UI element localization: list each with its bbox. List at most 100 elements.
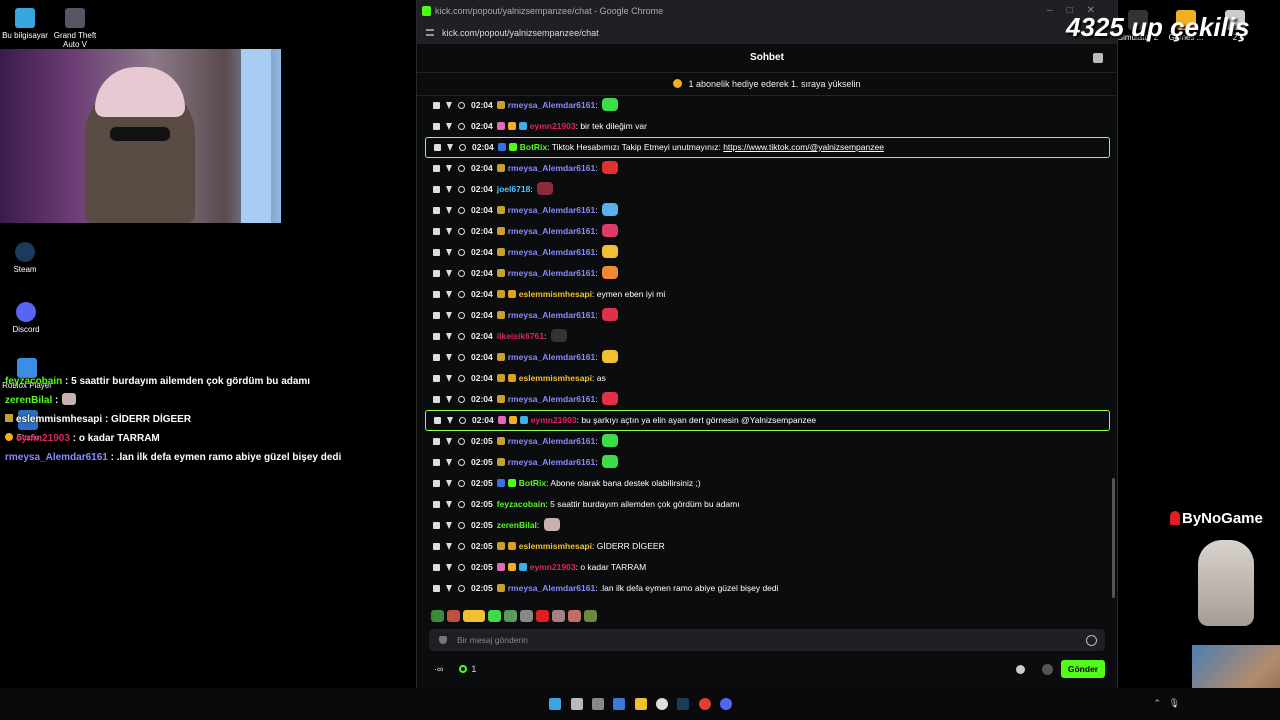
hourglass-icon[interactable] (447, 417, 453, 424)
trash-icon[interactable] (433, 501, 440, 508)
chat-message[interactable]: 02:04 rmeysa_Alemdar6161: (425, 263, 1113, 284)
chat-message[interactable]: 02:05 rmeysa_Alemdar6161: (425, 452, 1113, 473)
ban-icon[interactable] (458, 396, 465, 403)
ban-icon[interactable] (458, 312, 465, 319)
obs-icon[interactable] (656, 698, 668, 710)
hourglass-icon[interactable] (446, 375, 452, 382)
message-username[interactable]: eslemmismhesapi (519, 289, 592, 299)
chat-message[interactable]: 02:05 BotRix: Abone olarak bana destek ol… (425, 473, 1113, 494)
message-username[interactable]: eymn21903 (531, 415, 577, 425)
trash-icon[interactable] (434, 417, 441, 424)
message-username[interactable]: rmeysa_Alemdar6161 (508, 205, 595, 215)
ban-icon[interactable] (458, 165, 465, 172)
trash-icon[interactable] (433, 459, 440, 466)
window-titlebar[interactable]: kick.com/popout/yalnizsempanzee/chat - G… (417, 0, 1117, 22)
trash-icon[interactable] (433, 396, 440, 403)
trash-icon[interactable] (433, 249, 440, 256)
emoji-icon[interactable] (1086, 635, 1097, 646)
hourglass-icon[interactable] (446, 165, 452, 172)
ban-icon[interactable] (458, 228, 465, 235)
message-username[interactable]: rmeysa_Alemdar6161 (508, 394, 595, 404)
ban-icon[interactable] (458, 123, 465, 130)
discord-taskbar-icon[interactable] (720, 698, 732, 710)
emote[interactable] (447, 610, 460, 622)
gear-icon[interactable] (1016, 665, 1025, 674)
emote[interactable] (536, 610, 549, 622)
hourglass-icon[interactable] (447, 144, 453, 151)
ban-icon[interactable] (459, 144, 466, 151)
chat-message[interactable]: 02:04 eymn21903: bir tek dileğim var (425, 116, 1113, 137)
search-icon[interactable] (571, 698, 583, 710)
scrollbar[interactable] (1112, 478, 1115, 598)
trash-icon[interactable] (433, 333, 440, 340)
message-username[interactable]: BotRix (520, 142, 547, 152)
chat-message[interactable]: 02:04 rmeysa_Alemdar6161: (425, 158, 1113, 179)
trash-icon[interactable] (433, 207, 440, 214)
mod-settings-icon[interactable] (1042, 664, 1053, 675)
chat-message[interactable]: 02:04 rmeysa_Alemdar6161: (425, 347, 1113, 368)
hourglass-icon[interactable] (446, 543, 452, 550)
windows-start-icon[interactable] (549, 698, 561, 710)
message-username[interactable]: rmeysa_Alemdar6161 (508, 310, 595, 320)
desktop-icon-discord[interactable]: Discord (0, 302, 56, 334)
emote[interactable] (584, 610, 597, 622)
ban-icon[interactable] (458, 375, 465, 382)
desktop-icon-gta[interactable]: Grand Theft Auto V (45, 8, 105, 49)
message-username[interactable]: joel6718 (497, 184, 531, 194)
ban-icon[interactable] (458, 585, 465, 592)
message-username[interactable]: ilkeisik6761 (497, 331, 544, 341)
chrome-icon[interactable] (699, 698, 711, 710)
hourglass-icon[interactable] (446, 480, 452, 487)
chat-message[interactable]: 02:04 BotRix: Tiktok Hesabımızı Takip Etm… (425, 137, 1110, 158)
hourglass-icon[interactable] (446, 291, 452, 298)
send-button[interactable]: Gönder (1061, 660, 1105, 678)
trash-icon[interactable] (433, 186, 440, 193)
hourglass-icon[interactable] (446, 354, 452, 361)
hourglass-icon[interactable] (446, 585, 452, 592)
emote[interactable] (488, 610, 501, 622)
hourglass-icon[interactable] (446, 228, 452, 235)
hourglass-icon[interactable] (446, 459, 452, 466)
pinned-banner[interactable]: 1 abonelik hediye ederek 1. sıraya yükse… (417, 73, 1117, 96)
hourglass-icon[interactable] (446, 564, 452, 571)
hourglass-icon[interactable] (446, 102, 452, 109)
emote[interactable] (520, 610, 533, 622)
message-link[interactable]: https://www.tiktok.com/@yalnizsempanzee (723, 142, 884, 152)
infinity-icon[interactable]: ·∞ (434, 664, 443, 674)
emote[interactable] (463, 610, 485, 622)
trash-icon[interactable] (433, 375, 440, 382)
trash-icon[interactable] (433, 291, 440, 298)
message-username[interactable]: zerenBilal (497, 520, 537, 530)
chat-message[interactable]: 02:04 joel6718: (425, 179, 1113, 200)
trash-icon[interactable] (433, 270, 440, 277)
message-username[interactable]: eslemmismhesapi (519, 373, 592, 383)
widgets-icon[interactable] (613, 698, 625, 710)
ban-icon[interactable] (458, 438, 465, 445)
chat-message[interactable]: 02:04 rmeysa_Alemdar6161: (425, 242, 1113, 263)
ban-icon[interactable] (458, 291, 465, 298)
ban-icon[interactable] (458, 522, 465, 529)
ban-icon[interactable] (458, 249, 465, 256)
trash-icon[interactable] (433, 165, 440, 172)
chat-message[interactable]: 02:04 rmeysa_Alemdar6161: (425, 200, 1113, 221)
trash-icon[interactable] (433, 564, 440, 571)
trash-icon[interactable] (433, 312, 440, 319)
message-username[interactable]: rmeysa_Alemdar6161 (508, 268, 595, 278)
message-username[interactable]: eymn21903 (530, 562, 576, 572)
users-icon[interactable] (1093, 53, 1103, 63)
chat-message[interactable]: 02:05 rmeysa_Alemdar6161: .lan ilk defa e… (425, 578, 1113, 599)
hourglass-icon[interactable] (446, 501, 452, 508)
emote[interactable] (568, 610, 581, 622)
ban-icon[interactable] (458, 102, 465, 109)
trash-icon[interactable] (433, 102, 440, 109)
address-bar[interactable]: kick.com/popout/yalnizsempanzee/chat (417, 22, 1117, 44)
trash-icon[interactable] (433, 354, 440, 361)
emote[interactable] (552, 610, 565, 622)
message-username[interactable]: rmeysa_Alemdar6161 (508, 436, 595, 446)
ban-icon[interactable] (458, 543, 465, 550)
hourglass-icon[interactable] (446, 270, 452, 277)
message-input[interactable]: Bir mesaj gönderin (429, 629, 1105, 651)
chat-message[interactable]: 02:04 rmeysa_Alemdar6161: (425, 389, 1113, 410)
chat-message[interactable]: 02:04 eymn21903: bu şarkıyı açtın ya elin… (425, 410, 1110, 431)
trash-icon[interactable] (433, 585, 440, 592)
